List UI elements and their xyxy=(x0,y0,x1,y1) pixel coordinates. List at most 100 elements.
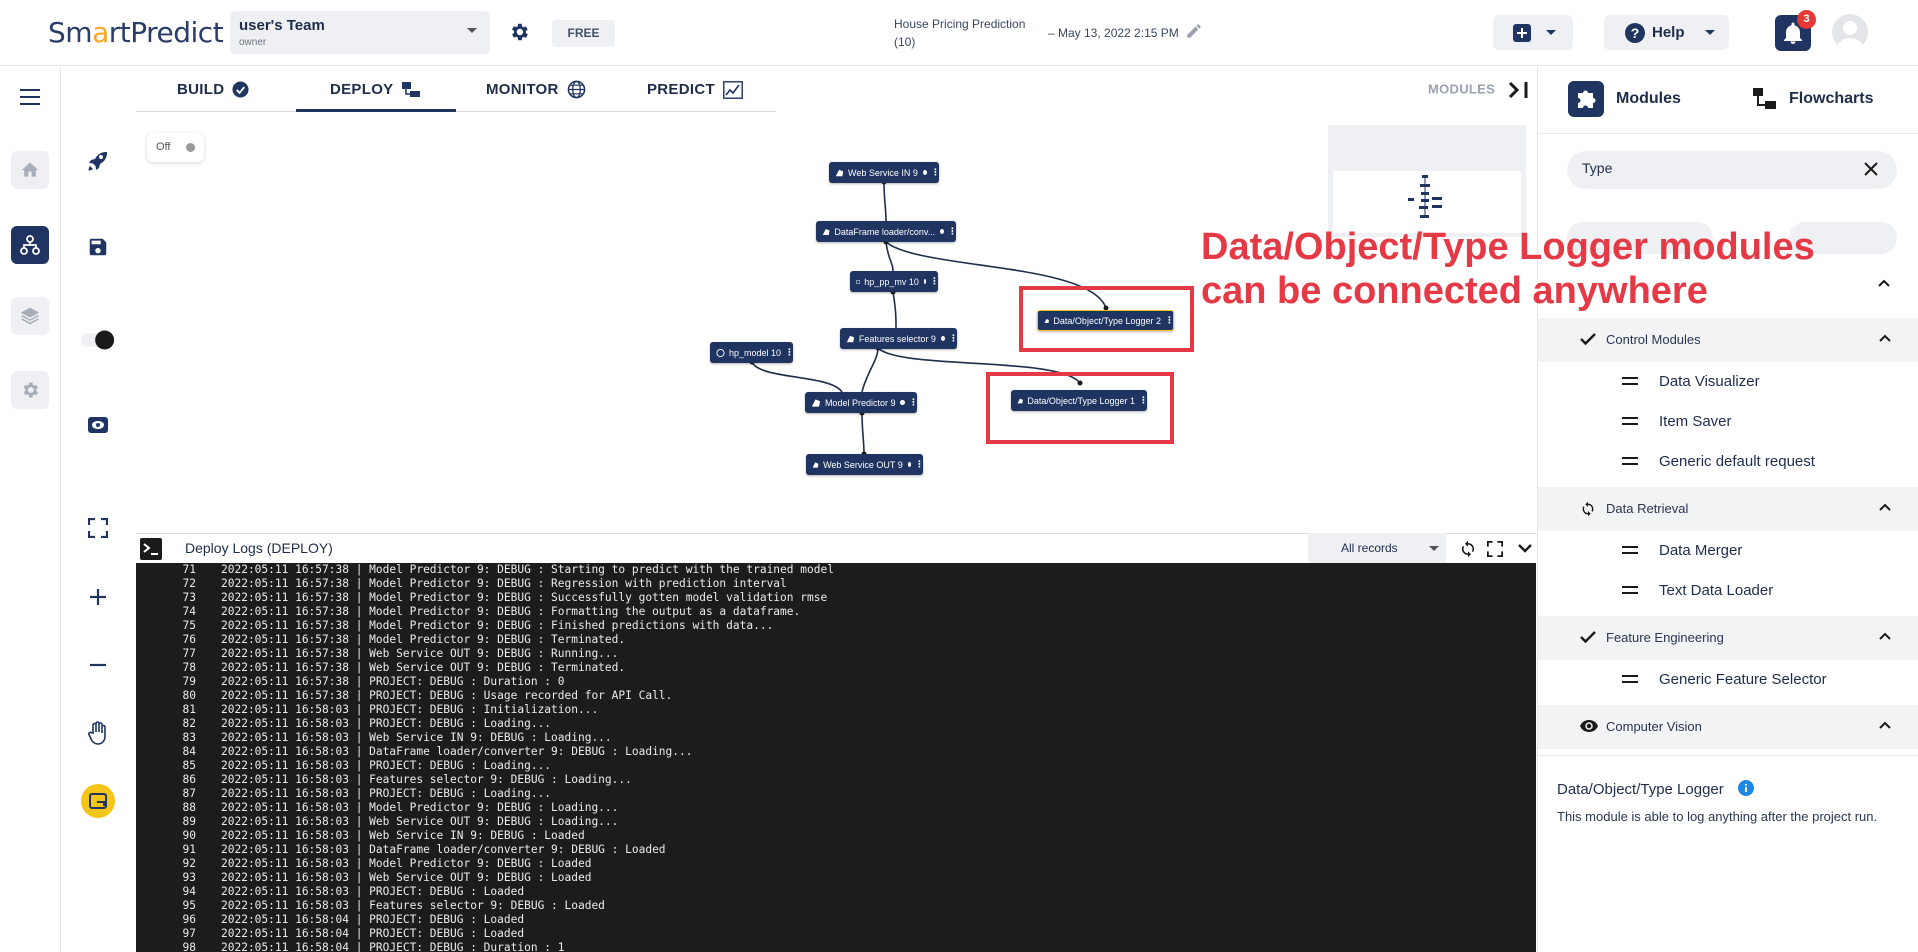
log-line: 77 2022:05:11 16:57:38 | Web Service OUT … xyxy=(136,647,1536,661)
node-hp-pp-mv[interactable]: hp_pp_mv 10 ⋮ xyxy=(850,271,939,292)
log-line-number: 73 xyxy=(182,591,196,604)
close-icon[interactable] xyxy=(1863,161,1879,177)
kebab-menu-icon[interactable]: ⋮ xyxy=(909,397,918,408)
module-icon xyxy=(835,169,844,176)
category-header[interactable]: Data Retrieval xyxy=(1538,487,1918,531)
kebab-menu-icon[interactable]: ⋮ xyxy=(948,226,957,237)
minimap-toggle-button[interactable] xyxy=(79,782,117,820)
log-line: 81 2022:05:11 16:58:03 | PROJECT: DEBUG :… xyxy=(136,703,1536,717)
fullscreen-icon[interactable] xyxy=(1487,541,1503,557)
pan-hand-button[interactable] xyxy=(79,714,117,752)
avatar[interactable] xyxy=(1832,14,1868,50)
category-header[interactable]: Feature Engineering xyxy=(1538,616,1918,660)
log-line: 90 2022:05:11 16:58:03 | Web Service IN 9… xyxy=(136,829,1536,843)
help-button[interactable]: ? Help xyxy=(1604,15,1729,50)
drag-handle-icon[interactable] xyxy=(1622,674,1638,684)
module-item-label: Item Saver xyxy=(1659,413,1732,430)
drag-handle-icon[interactable] xyxy=(1622,545,1638,555)
module-item[interactable]: Data Merger xyxy=(1538,531,1918,571)
module-search-input[interactable] xyxy=(1582,160,1842,176)
log-line-text: 2022:05:11 16:57:38 | Web Service OUT 9:… xyxy=(221,661,626,674)
node-hp-model[interactable]: hp_model 10 ⋮ xyxy=(710,342,794,363)
log-line-number: 86 xyxy=(182,773,196,786)
canvas-minimap[interactable] xyxy=(1328,125,1526,237)
log-line: 84 2022:05:11 16:58:03 | DataFrame loader… xyxy=(136,745,1536,759)
log-line: 71 2022:05:11 16:57:38 | Model Predictor … xyxy=(136,563,1536,577)
logs-console[interactable]: 71 2022:05:11 16:57:38 | Model Predictor … xyxy=(136,563,1536,952)
module-icon xyxy=(822,228,830,235)
node-model-predictor[interactable]: Model Predictor 9 ⋮ xyxy=(805,392,918,413)
chevron-up-icon[interactable] xyxy=(1879,721,1891,729)
node-web-service-in[interactable]: Web Service IN 9 ⋮ xyxy=(829,162,940,183)
log-line: 76 2022:05:11 16:57:38 | Model Predictor … xyxy=(136,633,1536,647)
drag-handle-icon[interactable] xyxy=(1622,585,1638,595)
info-icon[interactable] xyxy=(1737,780,1754,796)
log-line: 97 2022:05:11 16:58:04 | PROJECT: DEBUG :… xyxy=(136,927,1536,941)
chevron-up-icon[interactable] xyxy=(1879,632,1891,640)
node-label: Web Service IN 9 xyxy=(848,167,918,178)
node-status-dot xyxy=(923,279,926,284)
log-line-text: 2022:05:11 16:58:04 | PROJECT: DEBUG : L… xyxy=(221,913,525,926)
kebab-menu-icon[interactable]: ⋮ xyxy=(949,333,958,344)
node-features-selector[interactable]: Features selector 9 ⋮ xyxy=(840,328,958,349)
log-line: 98 2022:05:11 16:58:04 | PROJECT: DEBUG :… xyxy=(136,941,1536,952)
module-item[interactable]: Item Saver xyxy=(1538,402,1918,442)
kebab-menu-icon[interactable]: ⋮ xyxy=(915,459,924,470)
node-dataframe-loader[interactable]: DataFrame loader/conv... ⋮ xyxy=(816,221,957,242)
module-item[interactable]: Generic default request xyxy=(1538,442,1918,482)
module-info: Data/Object/Type Logger This module is a… xyxy=(1538,755,1918,952)
zoom-in-button[interactable] xyxy=(79,578,117,616)
log-line: 78 2022:05:11 16:57:38 | Web Service OUT … xyxy=(136,661,1536,675)
drag-handle-icon[interactable] xyxy=(1622,456,1638,466)
log-line: 85 2022:05:11 16:58:03 | PROJECT: DEBUG :… xyxy=(136,759,1536,773)
log-line: 93 2022:05:11 16:58:03 | Web Service OUT … xyxy=(136,871,1536,885)
log-line-text: 2022:05:11 16:58:03 | Web Service OUT 9:… xyxy=(221,815,619,828)
category-header[interactable]: Computer Vision xyxy=(1538,705,1918,749)
puzzle-icon xyxy=(1568,81,1604,117)
user-icon xyxy=(1836,21,1864,50)
node-web-service-out[interactable]: Web Service OUT 9 ⋮ xyxy=(806,454,924,475)
log-line-number: 72 xyxy=(182,577,196,590)
kebab-menu-icon[interactable]: ⋮ xyxy=(785,347,794,358)
tab-flowcharts[interactable]: Flowcharts xyxy=(1753,79,1873,119)
log-line-number: 84 xyxy=(182,745,196,758)
module-item[interactable]: Data Visualizer xyxy=(1538,362,1918,402)
tab-flowcharts-label: Flowcharts xyxy=(1789,90,1874,107)
category-header[interactable]: Control Modules xyxy=(1538,318,1918,362)
module-item[interactable]: Text Data Loader xyxy=(1538,571,1918,611)
module-search xyxy=(1567,151,1897,189)
kebab-menu-icon[interactable]: ⋮ xyxy=(930,276,939,287)
module-item[interactable]: Generic Feature Selector xyxy=(1538,660,1918,700)
log-line-number: 74 xyxy=(182,605,196,618)
tab-modules[interactable]: Modules xyxy=(1568,79,1681,119)
drag-handle-icon[interactable] xyxy=(1622,376,1638,386)
log-line-number: 89 xyxy=(182,815,196,828)
module-info-title-text: Data/Object/Type Logger xyxy=(1557,781,1724,798)
drag-handle-icon[interactable] xyxy=(1622,416,1638,426)
eye-icon xyxy=(1580,719,1598,733)
logs-title: Deploy Logs (DEPLOY) xyxy=(185,540,333,556)
log-line-text: 2022:05:11 16:57:38 | Model Predictor 9:… xyxy=(221,577,787,590)
node-label: Model Predictor 9 xyxy=(824,397,896,408)
check-icon xyxy=(1580,630,1596,644)
log-line-text: 2022:05:11 16:58:03 | Features selector … xyxy=(221,773,632,786)
chevron-down-icon xyxy=(1429,546,1439,551)
log-line-text: 2022:05:11 16:57:38 | PROJECT: DEBUG : U… xyxy=(221,689,673,702)
log-line: 95 2022:05:11 16:58:03 | Features selecto… xyxy=(136,899,1536,913)
highlight-box-logger-2 xyxy=(1019,286,1194,352)
chevron-up-icon[interactable] xyxy=(1878,279,1890,287)
chevron-up-icon[interactable] xyxy=(1879,334,1891,342)
logs-filter-select[interactable]: All records xyxy=(1308,533,1446,563)
refresh-icon[interactable] xyxy=(1459,540,1477,558)
log-line-number: 78 xyxy=(182,661,196,674)
chevron-up-icon[interactable] xyxy=(1879,503,1891,511)
tab-modules-label: Modules xyxy=(1616,90,1681,107)
panel-divider xyxy=(1538,133,1918,134)
kebab-menu-icon[interactable]: ⋮ xyxy=(931,167,940,178)
node-label: hp_model 10 xyxy=(728,347,781,358)
log-line-text: 2022:05:11 16:58:03 | PROJECT: DEBUG : L… xyxy=(221,717,552,730)
chevron-down-icon[interactable] xyxy=(1518,544,1532,553)
log-line-text: 2022:05:11 16:57:38 | Model Predictor 9:… xyxy=(221,619,774,632)
log-line-number: 91 xyxy=(182,843,196,856)
zoom-out-button[interactable] xyxy=(79,646,117,684)
